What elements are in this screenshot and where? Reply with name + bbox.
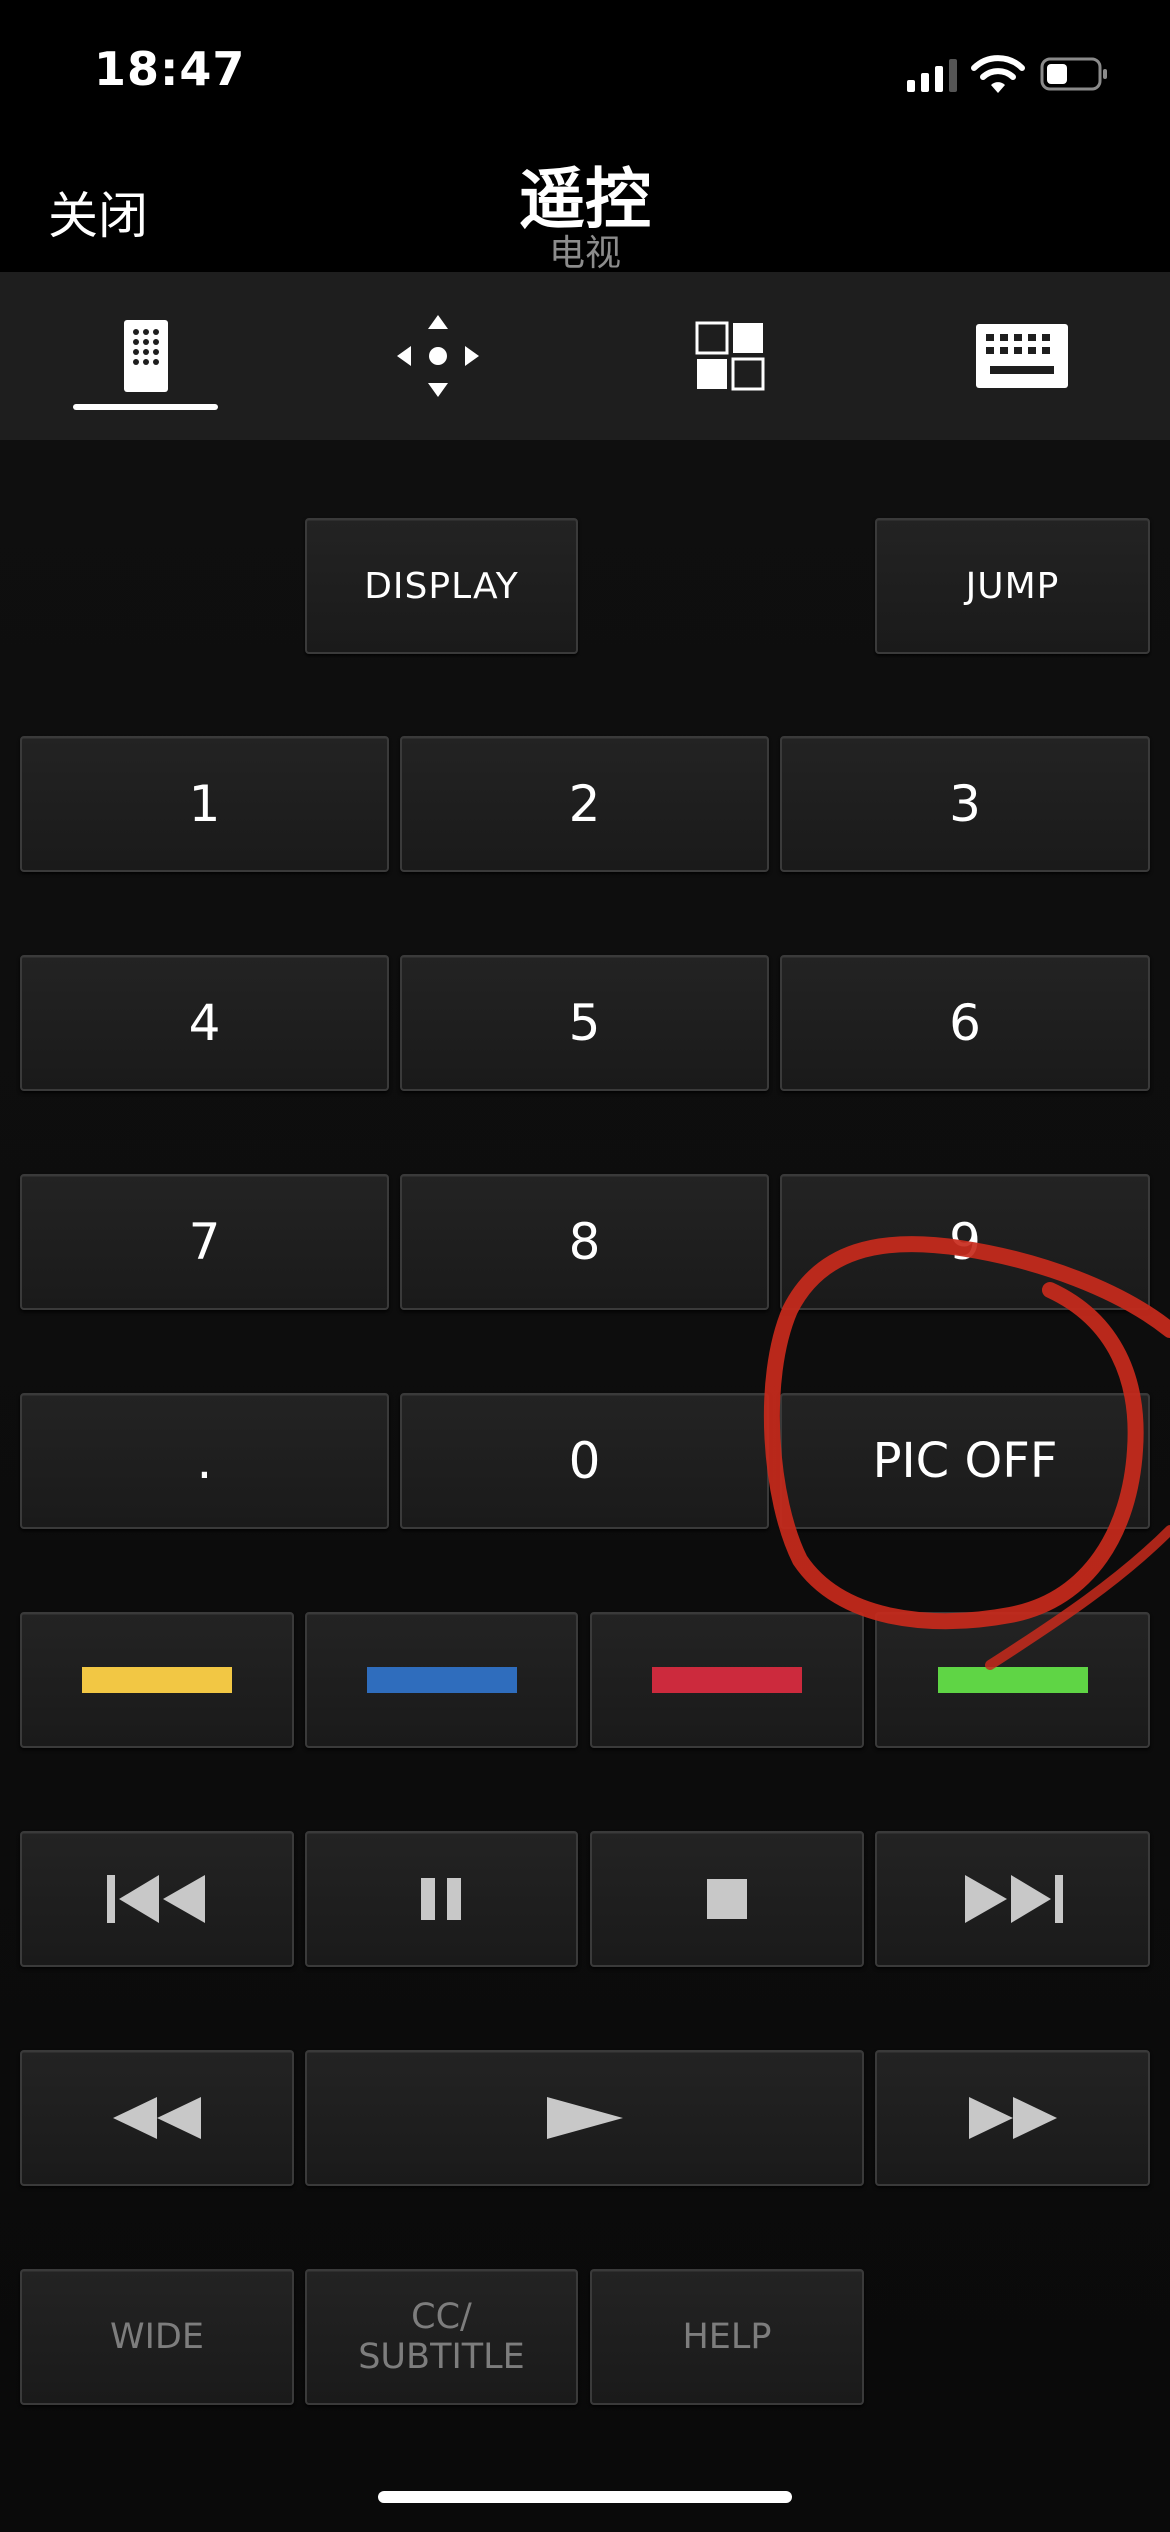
dot-label: . (196, 1432, 213, 1490)
jump-button[interactable]: JUMP (875, 518, 1150, 654)
help-label: HELP (682, 2317, 772, 2357)
number-button-4[interactable]: 4 (20, 955, 389, 1091)
skip-forward-button[interactable] (875, 1831, 1150, 1967)
tab-apps[interactable] (584, 272, 876, 440)
number-label: 7 (188, 1213, 221, 1271)
wide-label: WIDE (110, 2317, 204, 2357)
number-button-3[interactable]: 3 (780, 736, 1150, 872)
play-icon (546, 2097, 623, 2139)
skip-back-button[interactable] (20, 1831, 294, 1967)
number-button-6[interactable]: 6 (780, 955, 1150, 1091)
number-button-0[interactable]: 0 (400, 1393, 769, 1529)
cc-subtitle-button[interactable]: CC/ SUBTITLE (305, 2269, 578, 2405)
number-button-2[interactable]: 2 (400, 736, 769, 872)
color-button-blue[interactable] (305, 1612, 578, 1748)
number-label: 5 (568, 994, 601, 1052)
stop-icon (707, 1879, 747, 1919)
battery-icon (1040, 57, 1107, 91)
yellow-bar (82, 1667, 232, 1693)
number-button-5[interactable]: 5 (400, 955, 769, 1091)
cc-label: CC/ (411, 2297, 472, 2337)
pause-button[interactable] (305, 1831, 578, 1967)
remote-icon (124, 320, 168, 392)
dpad-icon (397, 315, 479, 397)
color-button-yellow[interactable] (20, 1612, 294, 1748)
fast-forward-button[interactable] (875, 2050, 1150, 2186)
number-label: 8 (568, 1213, 601, 1271)
number-label: 4 (188, 994, 221, 1052)
pause-icon (420, 1878, 461, 1920)
dot-button[interactable]: . (20, 1393, 389, 1529)
selected-tab-indicator (73, 404, 218, 410)
play-button[interactable] (305, 2050, 864, 2186)
fast-forward-icon (968, 2097, 1057, 2139)
rewind-button[interactable] (20, 2050, 294, 2186)
tab-keyboard[interactable] (876, 272, 1168, 440)
tab-remote[interactable] (0, 272, 292, 440)
green-bar (937, 1667, 1088, 1693)
skip-forward-icon (964, 1875, 1063, 1923)
home-indicator (378, 2491, 792, 2503)
number-label: 6 (949, 994, 981, 1052)
rewind-icon (113, 2097, 201, 2139)
number-label: 0 (568, 1432, 601, 1490)
wifi-icon (971, 55, 1025, 93)
status-bar: 18:47 (0, 0, 1170, 140)
number-label: 3 (949, 775, 981, 833)
grid-icon (695, 321, 765, 391)
number-button-7[interactable]: 7 (20, 1174, 389, 1310)
blue-bar (366, 1667, 517, 1693)
status-time: 18:47 (94, 42, 246, 96)
number-button-9[interactable]: 9 (780, 1174, 1150, 1310)
display-label: DISPLAY (364, 565, 519, 607)
page-subtitle: 电视 (548, 233, 621, 274)
pic-off-button[interactable]: PIC OFF (780, 1393, 1150, 1529)
pic-off-label: PIC OFF (872, 1433, 1058, 1489)
navigation-bar: 关闭 遥控 电视 (0, 140, 1170, 274)
stop-button[interactable] (590, 1831, 864, 1967)
subtitle-label: SUBTITLE (358, 2337, 525, 2377)
red-bar (652, 1667, 802, 1693)
help-button[interactable]: HELP (590, 2269, 864, 2405)
color-button-green[interactable] (875, 1612, 1150, 1748)
keyboard-icon (976, 324, 1068, 388)
skip-back-icon (107, 1875, 205, 1923)
cellular-signal-icon (907, 59, 957, 92)
number-label: 2 (568, 775, 601, 833)
jump-label: JUMP (965, 565, 1060, 607)
number-label: 1 (188, 775, 221, 833)
color-button-red[interactable] (590, 1612, 864, 1748)
number-button-1[interactable]: 1 (20, 736, 389, 872)
tab-dpad[interactable] (292, 272, 584, 440)
remote-panel: DISPLAY JUMP 1 2 3 4 5 6 7 8 9 . 0 PIC O… (0, 440, 1170, 2532)
number-label: 9 (949, 1213, 981, 1271)
remote-tab-bar (0, 272, 1170, 440)
number-button-8[interactable]: 8 (400, 1174, 769, 1310)
wide-button[interactable]: WIDE (20, 2269, 294, 2405)
display-button[interactable]: DISPLAY (305, 518, 578, 654)
